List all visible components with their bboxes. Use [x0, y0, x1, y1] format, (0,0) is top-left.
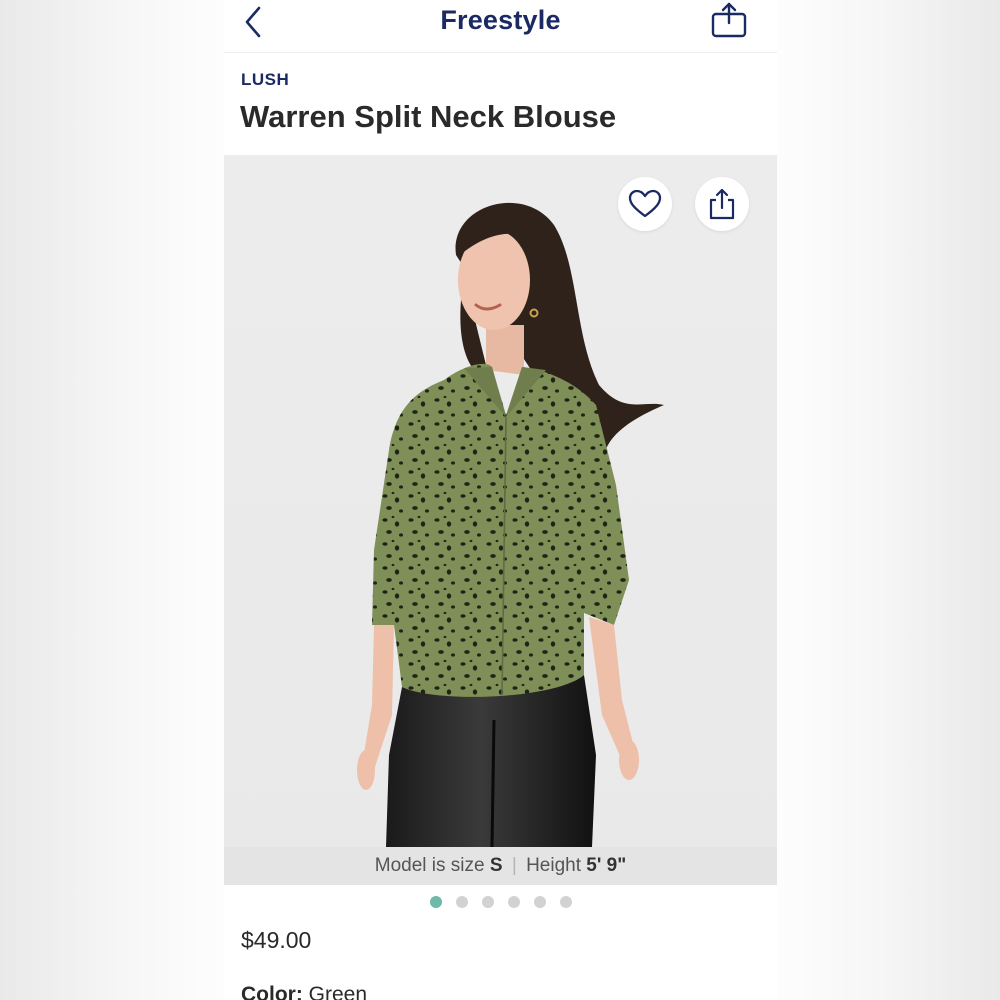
color-label: Color: [241, 983, 303, 1000]
top-nav-bar: Freestyle [224, 0, 777, 53]
app-screen: Freestyle LUSH Warren Split Neck Blouse [224, 0, 777, 1000]
share-icon [709, 188, 735, 220]
product-image-carousel[interactable]: Model is size S | Height 5' 9" [224, 155, 777, 885]
height-label: Height [526, 855, 581, 876]
product-title: Warren Split Neck Blouse [240, 99, 617, 134]
carousel-dot[interactable] [429, 896, 442, 908]
share-icon [711, 2, 747, 38]
app-title: Freestyle [440, 5, 561, 35]
carousel-dot[interactable] [533, 896, 546, 908]
carousel-dot[interactable] [481, 896, 494, 908]
carousel-dot[interactable] [559, 896, 572, 908]
product-price: $49.00 [241, 927, 312, 953]
heart-icon [628, 189, 662, 218]
brand-name[interactable]: LUSH [241, 70, 289, 90]
color-selector-label: Color: Green [241, 983, 367, 1000]
model-size-info: Model is size S | Height 5' 9" [224, 847, 777, 885]
model-size: S [489, 855, 503, 876]
product-photo [357, 202, 664, 847]
carousel-dot[interactable] [507, 896, 520, 908]
color-value: Green [308, 983, 368, 1000]
favorite-button[interactable] [618, 177, 672, 231]
carousel-pagination [224, 896, 777, 908]
model-height: 5' 9" [586, 855, 627, 876]
info-separator: | [511, 855, 517, 876]
carousel-dot[interactable] [455, 896, 468, 908]
nav-share-button[interactable] [709, 0, 749, 40]
model-info-prefix: Model is size [374, 855, 485, 876]
image-share-button[interactable] [695, 177, 749, 231]
